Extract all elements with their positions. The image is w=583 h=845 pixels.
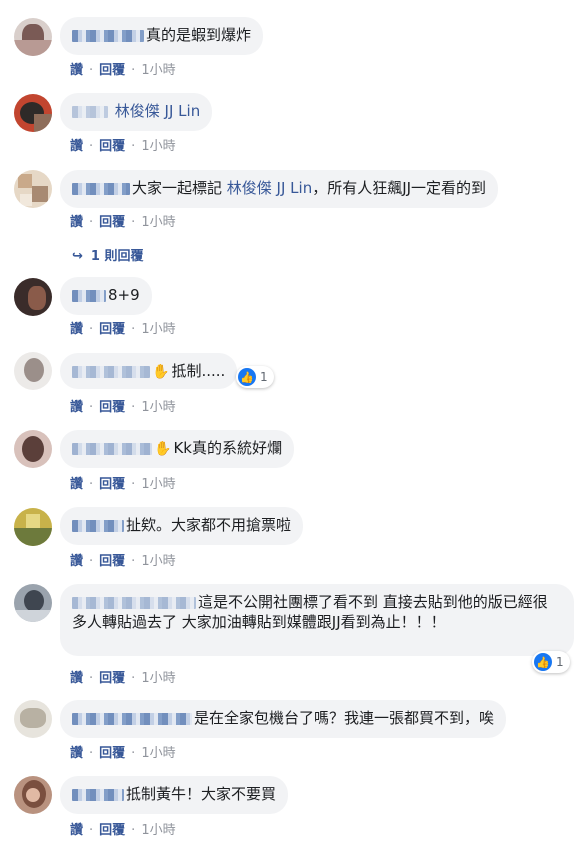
comment-actions: 讚 · 回覆 · 1小時 — [70, 400, 176, 415]
reply-button[interactable]: 回覆 — [99, 823, 125, 838]
comment-bubble: 抵制黃牛！大家不要買 — [60, 776, 289, 814]
like-button[interactable]: 讚 — [70, 746, 83, 761]
reply-arrow-icon: ↪ — [72, 249, 83, 264]
comment-actions: 讚 · 回覆 · 1小時 — [70, 139, 176, 154]
avatar[interactable] — [14, 352, 52, 390]
avatar[interactable] — [14, 584, 52, 622]
commenter-name[interactable] — [72, 29, 144, 42]
comment-text: Kk真的系統好爛 — [173, 439, 282, 457]
comment-actions: 讚 · 回覆 · 1小時 — [70, 671, 176, 686]
comment-time[interactable]: 1小時 — [141, 554, 175, 569]
like-button[interactable]: 讚 — [70, 139, 83, 154]
comment-time[interactable]: 1小時 — [141, 322, 175, 337]
reply-button[interactable]: 回覆 — [99, 746, 125, 761]
comment-bubble: 8+9 — [60, 277, 152, 315]
commenter-name[interactable] — [72, 519, 124, 532]
like-button[interactable]: 讚 — [70, 63, 83, 78]
comment-text-part: 大家一起標記 — [132, 179, 227, 197]
reply-button[interactable]: 回覆 — [99, 554, 125, 569]
thumbs-up-icon: 👍 — [238, 368, 256, 386]
like-button[interactable]: 讚 — [70, 823, 83, 838]
comment-time[interactable]: 1小時 — [141, 671, 175, 686]
commenter-name[interactable] — [72, 182, 130, 195]
commenter-name[interactable] — [72, 596, 196, 609]
comment-bubble: 扯欸。大家都不用搶票啦 — [60, 507, 304, 545]
reply-button[interactable]: 回覆 — [99, 63, 125, 78]
comment-time[interactable]: 1小時 — [141, 477, 175, 492]
avatar[interactable] — [14, 170, 52, 208]
reaction-count[interactable]: 👍 1 — [236, 366, 274, 388]
comment-actions: 讚 · 回覆 · 1小時 — [70, 215, 176, 230]
comment-actions: 讚 · 回覆 · 1小時 — [70, 63, 176, 78]
like-button[interactable]: 讚 — [70, 400, 83, 415]
comment-time[interactable]: 1小時 — [141, 63, 175, 78]
comment-bubble: 是在全家包機台了嗎？我連一張都買不到，唉 — [60, 700, 507, 738]
comment-time[interactable]: 1小時 — [141, 139, 175, 154]
avatar[interactable] — [14, 700, 52, 738]
reply-button[interactable]: 回覆 — [99, 215, 125, 230]
avatar[interactable] — [14, 508, 52, 546]
avatar[interactable] — [14, 430, 52, 468]
comment-bubble: ✋ 抵制..... — [60, 353, 238, 389]
comment-time[interactable]: 1小時 — [141, 400, 175, 415]
comment-bubble: 這是不公開社團標了看不到 直接去貼到他的版已經很多人轉貼過去了 大家加油轉貼到媒… — [60, 584, 574, 656]
avatar[interactable] — [14, 278, 52, 316]
commenter-name[interactable] — [72, 788, 124, 801]
mention-tag[interactable]: 林俊傑 JJ Lin — [115, 102, 200, 120]
comment-time[interactable]: 1小時 — [141, 215, 175, 230]
avatar[interactable] — [14, 18, 52, 56]
comment-text: 8+9 — [108, 286, 140, 304]
comment-actions: 讚 · 回覆 · 1小時 — [70, 746, 176, 761]
reaction-count[interactable]: 👍 1 — [532, 651, 570, 673]
comment-time[interactable]: 1小時 — [141, 823, 175, 838]
commenter-name[interactable] — [72, 712, 192, 725]
commenter-name[interactable] — [72, 105, 108, 118]
comment-text: 抵制黃牛！大家不要買 — [126, 785, 277, 803]
commenter-name[interactable] — [72, 289, 106, 302]
reply-button[interactable]: 回覆 — [99, 477, 125, 492]
commenter-name[interactable] — [72, 442, 152, 455]
comment-bubble: 大家一起標記 林俊傑 JJ Lin，所有人狂飆JJ一定看的到 — [60, 170, 499, 208]
like-button[interactable]: 讚 — [70, 554, 83, 569]
view-replies-link[interactable]: ↪ 1 則回覆 — [72, 245, 143, 264]
thumbs-up-icon: 👍 — [534, 653, 552, 671]
comment-bubble: ✋ Kk真的系統好爛 — [60, 430, 294, 468]
comment-text: 是在全家包機台了嗎？我連一張都買不到，唉 — [194, 709, 495, 727]
avatar[interactable] — [14, 776, 52, 814]
like-button[interactable]: 讚 — [70, 322, 83, 337]
reply-button[interactable]: 回覆 — [99, 139, 125, 154]
comment-actions: 讚 · 回覆 · 1小時 — [70, 823, 176, 838]
comment-text: 扯欸。大家都不用搶票啦 — [126, 516, 292, 534]
reply-button[interactable]: 回覆 — [99, 322, 125, 337]
comment-bubble: 真的是蝦到爆炸 — [60, 17, 264, 55]
mention-tag[interactable]: 林俊傑 JJ Lin — [227, 179, 312, 197]
comment-text-part: ，所有人狂飆JJ一定看的到 — [312, 179, 487, 197]
comment-time[interactable]: 1小時 — [141, 746, 175, 761]
comment-text: 抵制..... — [171, 362, 226, 380]
like-button[interactable]: 讚 — [70, 671, 83, 686]
comment-bubble: 林俊傑 JJ Lin — [60, 93, 213, 131]
like-button[interactable]: 讚 — [70, 215, 83, 230]
comment-actions: 讚 · 回覆 · 1小時 — [70, 554, 176, 569]
wave-icon: ✋ — [152, 364, 170, 380]
comment-text: 真的是蝦到爆炸 — [146, 26, 252, 44]
comment-actions: 讚 · 回覆 · 1小時 — [70, 477, 176, 492]
reply-button[interactable]: 回覆 — [99, 400, 125, 415]
avatar[interactable] — [14, 94, 52, 132]
reply-button[interactable]: 回覆 — [99, 671, 125, 686]
wave-icon: ✋ — [154, 441, 172, 457]
commenter-name[interactable] — [72, 365, 150, 378]
like-button[interactable]: 讚 — [70, 477, 83, 492]
comment-actions: 讚 · 回覆 · 1小時 — [70, 322, 176, 337]
